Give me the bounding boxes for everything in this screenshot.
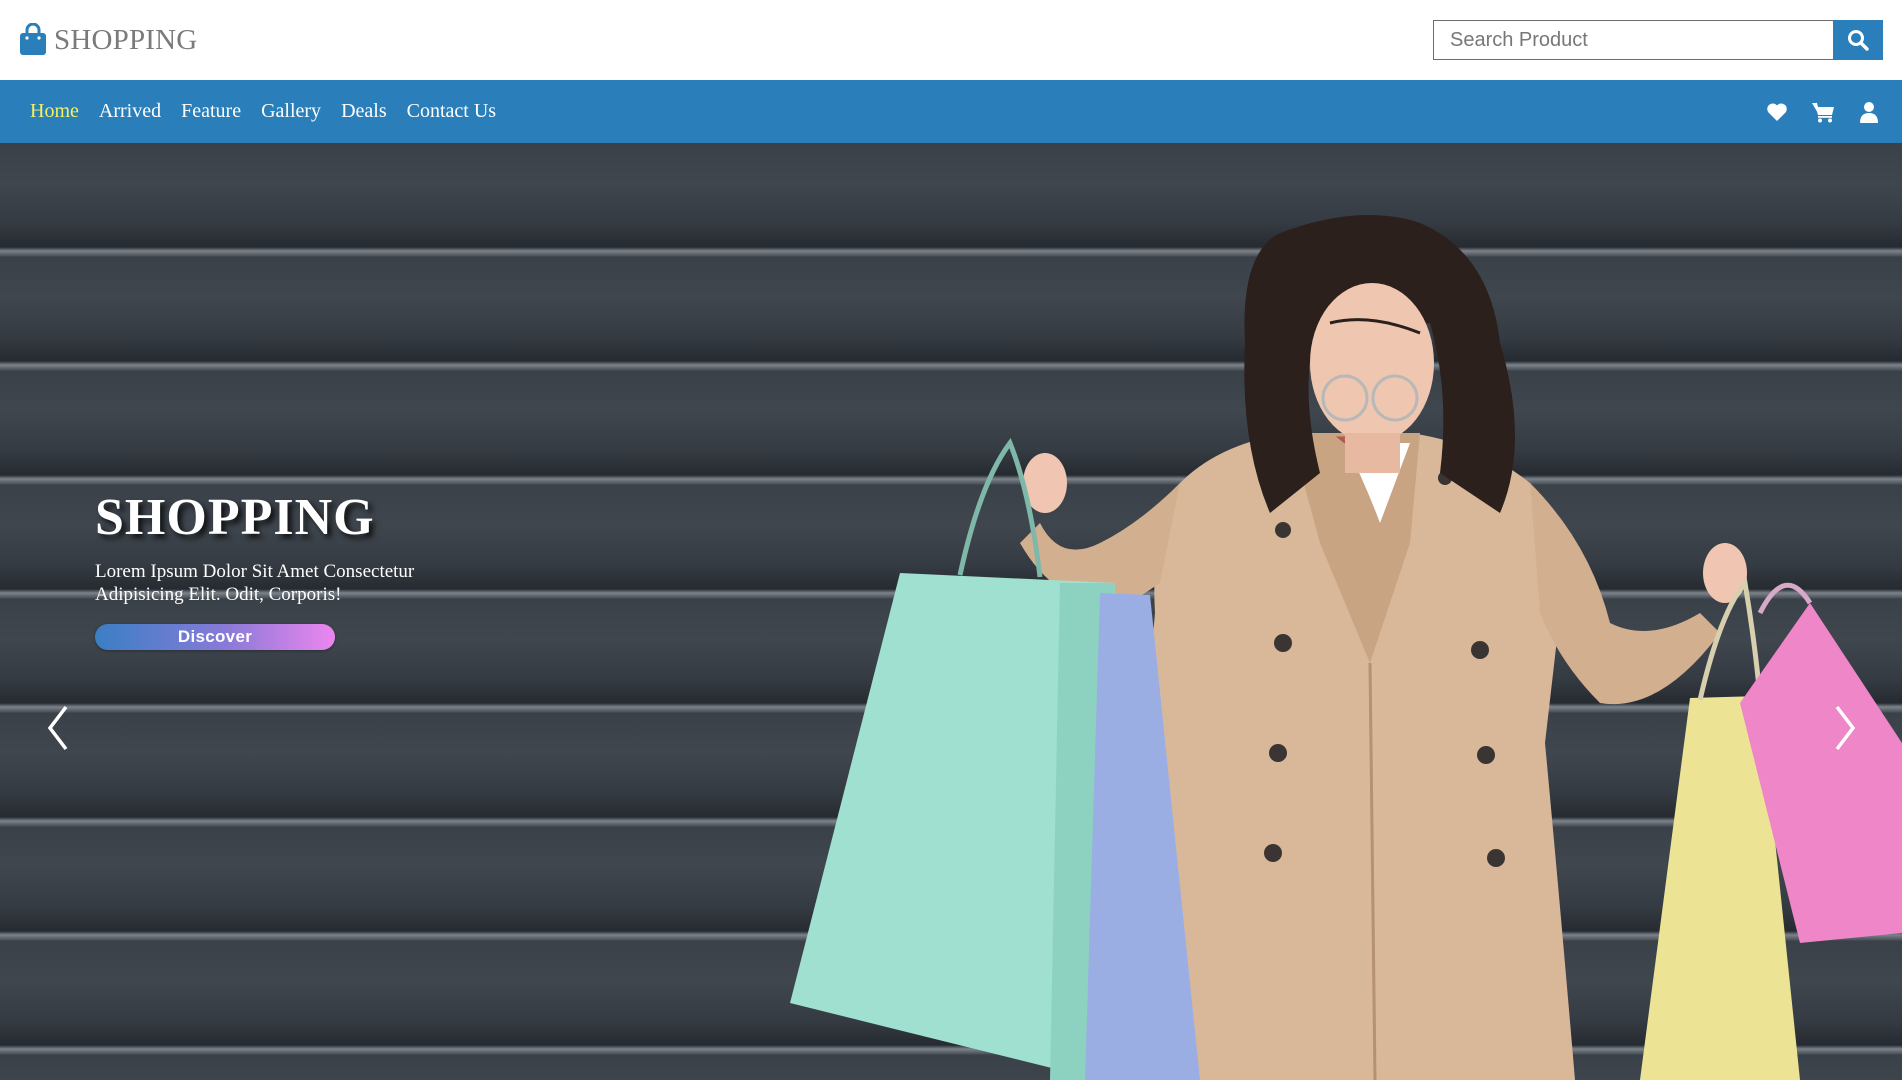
nav-link-arrived[interactable]: Arrived (99, 100, 161, 123)
shopping-bag-icon (20, 23, 46, 55)
logo-text: SHOPPING (54, 23, 198, 56)
search-icon (1848, 30, 1869, 51)
slider-next-button[interactable] (1826, 698, 1866, 758)
main-navbar: Home Arrived Feature Gallery Deals Conta… (0, 80, 1902, 143)
chevron-right-icon (1835, 705, 1856, 751)
nav-link-contact-us[interactable]: Contact Us (407, 100, 496, 123)
hero-content: SHOPPING Lorem Ipsum Dolor Sit Amet Cons… (95, 488, 515, 650)
nav-link-feature[interactable]: Feature (181, 100, 241, 123)
hero-banner: SHOPPING Lorem Ipsum Dolor Sit Amet Cons… (0, 143, 1902, 1080)
cart-icon (1812, 102, 1834, 122)
account-button[interactable] (1856, 99, 1882, 125)
user-icon (1860, 101, 1878, 123)
wishlist-button[interactable] (1764, 99, 1790, 125)
search-input[interactable] (1433, 20, 1833, 60)
slider-prev-button[interactable] (37, 698, 77, 758)
search-bar (1433, 20, 1883, 60)
heart-icon (1767, 102, 1787, 121)
chevron-left-icon (47, 705, 68, 751)
nav-link-deals[interactable]: Deals (341, 100, 387, 123)
discover-button[interactable]: Discover (95, 624, 335, 650)
top-header: SHOPPING (0, 0, 1902, 80)
nav-link-gallery[interactable]: Gallery (261, 100, 321, 123)
nav-links: Home Arrived Feature Gallery Deals Conta… (30, 80, 496, 143)
nav-icons (1764, 80, 1882, 143)
hero-subtitle: Lorem Ipsum Dolor Sit Amet Consectetur A… (95, 561, 415, 605)
nav-link-home[interactable]: Home (30, 100, 79, 123)
cart-button[interactable] (1810, 99, 1836, 125)
logo[interactable]: SHOPPING (18, 20, 197, 60)
hero-title: SHOPPING (95, 489, 375, 546)
search-button[interactable] (1833, 20, 1883, 60)
